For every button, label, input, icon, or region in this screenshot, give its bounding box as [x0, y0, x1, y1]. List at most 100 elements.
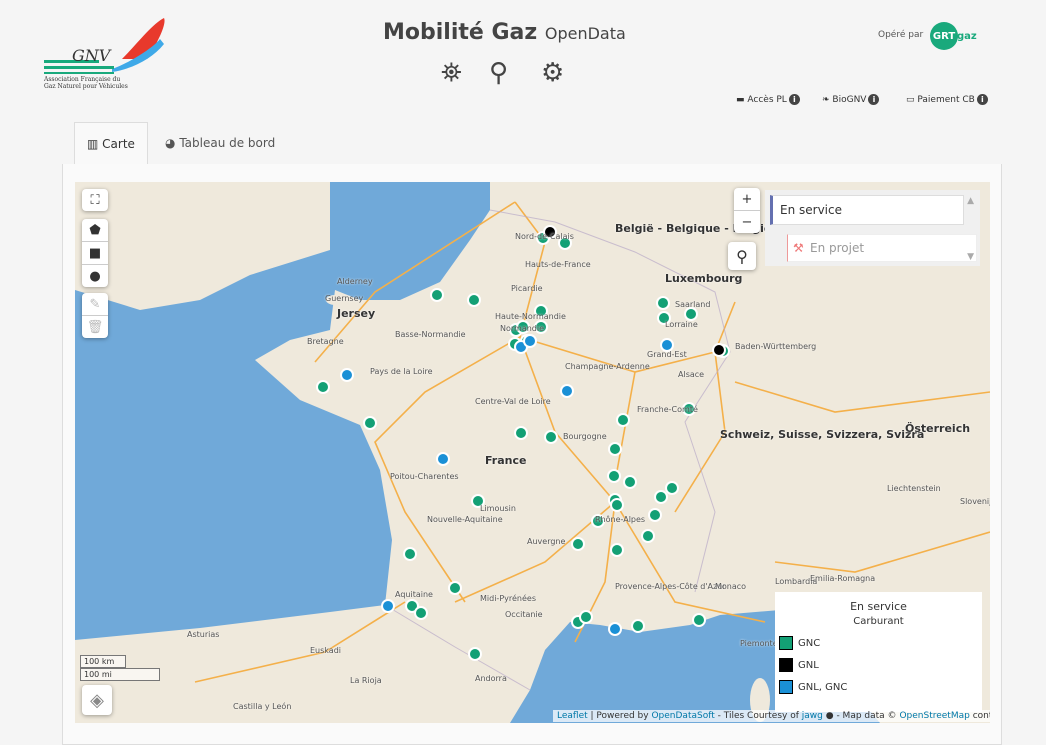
station-marker[interactable] [623, 475, 637, 489]
station-marker[interactable] [523, 334, 537, 348]
place-label: Champagne-Ardenne [565, 362, 650, 371]
attr-text: contributors [972, 711, 990, 721]
place-label: Occitanie [505, 610, 543, 619]
search-icon[interactable]: ⚲ [728, 242, 756, 270]
station-marker[interactable] [692, 613, 706, 627]
station-marker[interactable] [414, 606, 428, 620]
layer-en-projet[interactable]: ⚒ En projet [787, 234, 977, 262]
station-marker[interactable] [610, 498, 624, 512]
station-marker[interactable] [654, 490, 668, 504]
station-marker[interactable] [610, 543, 624, 557]
edit-toolbar: ✎ 🗑 [82, 293, 108, 338]
layers-button[interactable]: ◈ [82, 685, 112, 715]
place-label: Andorra [475, 674, 507, 683]
station-marker[interactable] [607, 469, 621, 483]
place-label: Auvergne [527, 537, 566, 546]
station-marker[interactable] [656, 296, 670, 310]
station-marker[interactable] [340, 368, 354, 382]
tab-bar: ▥ Carte ◕ Tableau de bord [62, 122, 1000, 166]
station-marker[interactable] [448, 581, 462, 595]
draw-toolbar: ⬟ ■ ● [82, 219, 108, 287]
place-label: Slovenija [960, 497, 990, 506]
place-label: Franche-Comté [637, 405, 698, 414]
fullscreen-icon[interactable]: ⛶ [82, 189, 108, 211]
layer-en-service[interactable]: En service [770, 195, 964, 225]
legend-subtitle: Carburant [853, 616, 904, 627]
search-button[interactable]: ⚲ [728, 242, 756, 270]
gears-icon[interactable]: ⚙ [541, 58, 564, 88]
zoom-in-button[interactable]: + [734, 188, 760, 211]
link-label: Paiement CB [917, 95, 975, 105]
place-label: Provence-Alpes-Côte d'Azur [615, 582, 726, 591]
osm-link[interactable]: OpenStreetMap [899, 711, 969, 721]
leaflet-link[interactable]: Leaflet [557, 711, 588, 721]
layers-icon[interactable]: ◈ [82, 685, 112, 715]
info-icon[interactable]: i [976, 94, 988, 105]
map-icon: ▥ [87, 137, 99, 151]
place-label: Basse-Normandie [395, 330, 466, 339]
legend: En service Carburant GNC GNL GNL, GNC [775, 592, 982, 712]
station-marker[interactable] [571, 537, 585, 551]
place-label: Nouvelle-Aquitaine [427, 515, 503, 524]
page-title: Mobilité Gaz OpenData [383, 20, 626, 45]
info-icon[interactable]: i [868, 94, 880, 105]
station-marker[interactable] [712, 343, 726, 357]
station-marker[interactable] [468, 647, 482, 661]
truck-icon: ▬ [736, 95, 745, 105]
station-marker[interactable] [616, 413, 630, 427]
draw-circle-icon[interactable]: ● [82, 265, 108, 287]
place-label: Baden-Württemberg [735, 342, 817, 351]
jawg-icon: ● [825, 711, 834, 721]
station-marker[interactable] [560, 384, 574, 398]
scroll-down-icon[interactable]: ▼ [967, 252, 974, 262]
station-marker[interactable] [363, 416, 377, 430]
scroll-up-icon[interactable]: ▲ [967, 196, 974, 206]
layer-filter-panel: En service ⚒ En projet ▲ ▼ [765, 190, 980, 266]
legend-label: GNC [798, 638, 821, 649]
station-marker[interactable] [684, 307, 698, 321]
station-marker[interactable] [514, 426, 528, 440]
tab-carte[interactable]: ▥ Carte [74, 122, 148, 166]
station-marker[interactable] [403, 547, 417, 561]
place-label: Nord-de-Calais [515, 232, 574, 241]
station-marker[interactable] [631, 619, 645, 633]
map[interactable]: België - Belgique - Belgien Luxembourg Nor… [75, 182, 990, 723]
draw-rectangle-icon[interactable]: ■ [82, 242, 108, 265]
station-marker[interactable] [608, 622, 622, 636]
station-marker[interactable] [430, 288, 444, 302]
opendatasoft-link[interactable]: OpenDataSoft [651, 711, 714, 721]
edit-icon[interactable]: ✎ [82, 293, 108, 316]
map-pin-icon[interactable]: ⛯ [441, 58, 462, 89]
zoom-control: + − [734, 188, 760, 233]
station-marker[interactable] [648, 508, 662, 522]
chart-search-icon[interactable]: ⚲ [489, 58, 508, 88]
zoom-out-button[interactable]: − [734, 211, 760, 233]
station-marker[interactable] [467, 293, 481, 307]
info-icon[interactable]: i [788, 94, 800, 105]
station-marker[interactable] [316, 380, 330, 394]
place-label: Bretagne [307, 337, 344, 346]
station-marker[interactable] [544, 430, 558, 444]
station-marker[interactable] [579, 610, 593, 624]
place-label: Liechtenstein [887, 484, 941, 493]
logo-sub1: Association Française du [44, 76, 121, 83]
link-biognv[interactable]: ❧ BioGNV i [822, 94, 880, 105]
station-marker[interactable] [665, 481, 679, 495]
trash-icon[interactable]: 🗑 [82, 316, 108, 338]
logo-text: GNV [72, 46, 111, 65]
station-marker[interactable] [641, 529, 655, 543]
station-marker[interactable] [436, 452, 450, 466]
place-label: Castilla y León [233, 702, 292, 711]
place-label: Limousin [480, 504, 516, 513]
legend-item-gnc: GNC [779, 636, 982, 650]
station-marker[interactable] [608, 442, 622, 456]
tab-tableau-de-bord[interactable]: ◕ Tableau de bord [153, 122, 287, 164]
link-paiement-cb[interactable]: ▭ Paiement CB i [906, 94, 988, 105]
link-acces-pl[interactable]: ▬ Accès PL i [736, 94, 800, 105]
station-marker[interactable] [381, 599, 395, 613]
fullscreen-button[interactable]: ⛶ [82, 189, 108, 211]
place-label: Aquitaine [395, 590, 433, 599]
draw-polygon-icon[interactable]: ⬟ [82, 219, 108, 242]
jawg-link[interactable]: jawg [802, 711, 823, 721]
gnv-logo[interactable]: GNV Association Française du Gaz Naturel… [42, 14, 167, 94]
